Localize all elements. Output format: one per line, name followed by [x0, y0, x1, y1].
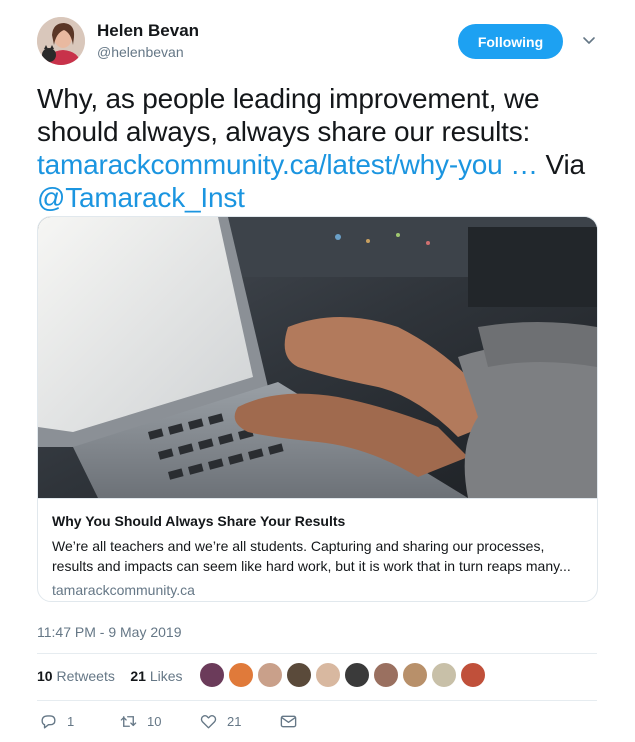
reply-icon — [41, 715, 56, 729]
tweet-text-body: Why, as people leading improvement, we s… — [37, 83, 540, 147]
reply-button[interactable]: 1 — [39, 712, 74, 731]
likes-count: 21 — [130, 668, 146, 684]
following-button[interactable]: Following — [458, 24, 563, 59]
direct-message-button[interactable] — [279, 712, 307, 731]
liker-avatar[interactable] — [373, 662, 399, 688]
heart-icon — [200, 715, 217, 729]
tweet-timestamp[interactable]: 11:47 PM - 9 May 2019 — [37, 624, 181, 640]
card-image — [38, 217, 597, 498]
retweets-count: 10 — [37, 668, 53, 684]
link-card[interactable]: Why You Should Always Share Your Results… — [37, 216, 598, 602]
liker-avatar[interactable] — [402, 662, 428, 688]
author-name[interactable]: Helen Bevan — [97, 21, 199, 41]
card-title: Why You Should Always Share Your Results — [52, 513, 346, 529]
retweet-button[interactable]: 10 — [119, 712, 161, 731]
retweets-stat[interactable]: 10 Retweets — [37, 668, 115, 684]
liker-avatar[interactable] — [257, 662, 283, 688]
likes-label: Likes — [149, 668, 183, 684]
envelope-icon — [280, 715, 297, 728]
retweet-icon — [120, 716, 137, 727]
avatar-photo — [37, 17, 85, 65]
likes-stat[interactable]: 21 Likes — [130, 668, 182, 684]
like-count: 21 — [227, 714, 242, 729]
tweet-mention[interactable]: @Tamarack_Inst — [37, 182, 245, 213]
reply-count: 1 — [67, 714, 75, 729]
retweets-label: Retweets — [56, 668, 115, 684]
divider — [37, 700, 597, 701]
liker-avatar[interactable] — [199, 662, 225, 688]
liker-avatar[interactable] — [228, 662, 254, 688]
laptop-typing-image — [38, 217, 597, 498]
card-description: We’re all teachers and we’re all student… — [52, 538, 571, 574]
retweet-count: 10 — [147, 714, 162, 729]
like-button[interactable]: 21 — [199, 712, 241, 731]
avatar[interactable] — [37, 17, 85, 65]
liker-avatar[interactable] — [344, 662, 370, 688]
card-domain: tamarackcommunity.ca — [52, 582, 195, 598]
author-handle[interactable]: @helenbevan — [97, 44, 184, 60]
chevron-down-icon[interactable] — [581, 32, 597, 48]
tweet-text-via: Via — [537, 149, 586, 180]
card-body: Why You Should Always Share Your Results… — [38, 498, 597, 601]
tweet-stats: 10 Retweets 21 Likes — [37, 668, 183, 684]
divider — [37, 653, 597, 654]
liker-avatar[interactable] — [460, 662, 486, 688]
tweet-text: Why, as people leading improvement, we s… — [37, 82, 617, 214]
liker-avatar[interactable] — [315, 662, 341, 688]
tweet-link[interactable]: tamarackcommunity.ca/latest/why-you … — [37, 149, 538, 180]
liker-avatar[interactable] — [286, 662, 312, 688]
liker-avatar[interactable] — [431, 662, 457, 688]
